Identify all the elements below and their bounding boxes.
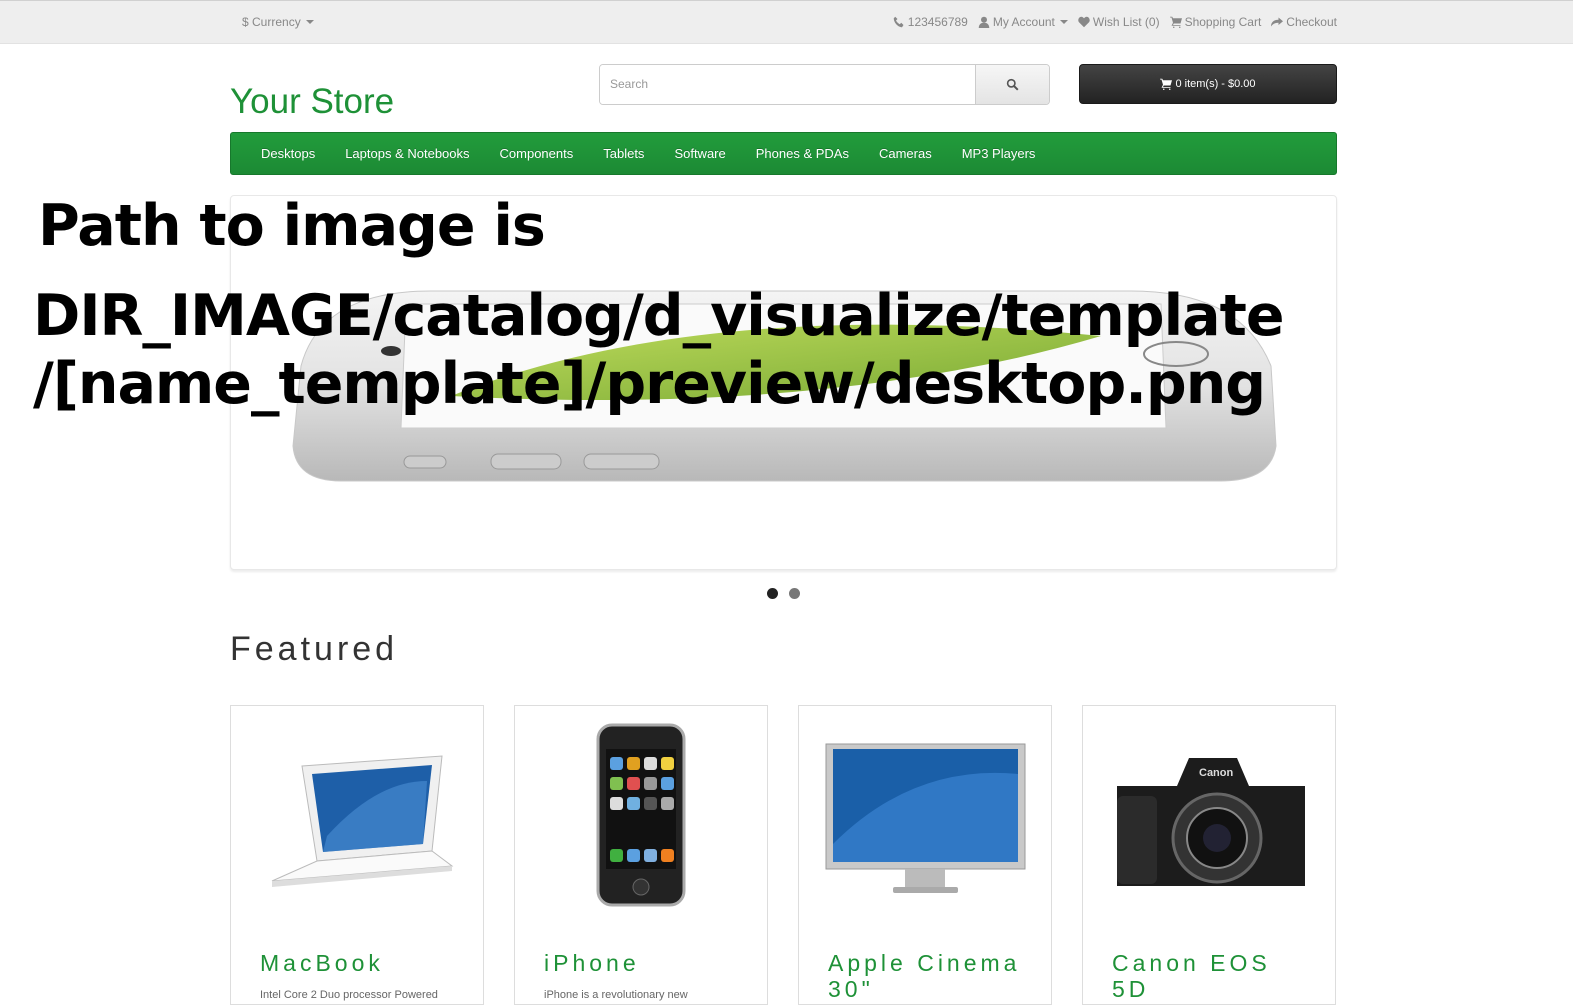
camera-icon: Canon — [1116, 758, 1305, 886]
cart-icon — [1160, 78, 1173, 90]
iphone-banner-image — [292, 290, 1277, 482]
slide-dot-1[interactable] — [767, 588, 778, 599]
chevron-down-icon — [1059, 20, 1068, 24]
iphone-image[interactable] — [535, 716, 747, 916]
featured-heading: Featured — [230, 630, 399, 668]
svg-text:Canon: Canon — [1199, 767, 1234, 779]
featured-products: MacBook Intel Core 2 Duo processor Power… — [230, 705, 1337, 1005]
product-description: iPhone is a revolutionary new — [544, 989, 688, 1001]
menu-item-software[interactable]: Software — [659, 146, 740, 161]
cart-icon — [1169, 16, 1182, 28]
product-name[interactable]: iPhone — [544, 950, 744, 976]
slide-dot-2[interactable] — [789, 588, 800, 599]
menu-item-laptops-notebooks[interactable]: Laptops & Notebooks — [330, 146, 484, 161]
banner-slideshow[interactable] — [230, 195, 1337, 570]
chevron-down-icon — [305, 20, 314, 24]
product-description: Intel Core 2 Duo processor Powered — [260, 989, 438, 1001]
product-name[interactable]: Canon EOS 5D — [1112, 950, 1312, 1002]
phone-icon — [893, 16, 904, 28]
checkout-label: Checkout — [1286, 15, 1337, 29]
product-card-iphone[interactable]: iPhone iPhone is a revolutionary new — [514, 705, 768, 1005]
store-logo[interactable]: Your Store — [230, 82, 394, 122]
phone-link[interactable]: 123456789 — [893, 15, 968, 29]
product-name[interactable]: MacBook — [260, 950, 460, 976]
wish-list-label: Wish List (0) — [1092, 15, 1160, 29]
top-bar: $ Currency 123456789 My Account Wish Lis… — [0, 0, 1573, 44]
shopping-cart-link[interactable]: Shopping Cart — [1169, 15, 1262, 29]
menu-item-desktops[interactable]: Desktops — [246, 146, 330, 161]
macbook-image[interactable] — [251, 716, 463, 916]
cart-total: 0 item(s) - $0.00 — [1175, 78, 1256, 90]
cart-button[interactable]: 0 item(s) - $0.00 — [1079, 64, 1337, 104]
currency-dropdown[interactable]: $ Currency — [242, 15, 314, 29]
currency-label: $ Currency — [242, 15, 301, 29]
search-input[interactable]: Search — [600, 65, 976, 104]
menu-item-tablets[interactable]: Tablets — [588, 146, 659, 161]
phone-number: 123456789 — [907, 15, 968, 29]
my-account-label: My Account — [992, 15, 1055, 29]
shopping-cart-label: Shopping Cart — [1184, 15, 1262, 29]
wish-list-link[interactable]: Wish List (0) — [1078, 15, 1160, 29]
user-icon — [978, 16, 990, 28]
phone-device-icon — [596, 723, 686, 907]
menu-item-phones-pdas[interactable]: Phones & PDAs — [741, 146, 864, 161]
monitor-icon — [825, 743, 1025, 893]
main-menu: Desktops Laptops & Notebooks Components … — [230, 132, 1337, 175]
search-icon — [1006, 78, 1019, 91]
search-bar: Search — [599, 64, 1050, 105]
laptop-icon — [271, 755, 454, 887]
menu-item-cameras[interactable]: Cameras — [864, 146, 947, 161]
share-icon — [1271, 17, 1284, 27]
checkout-link[interactable]: Checkout — [1271, 15, 1337, 29]
product-card-apple-cinema[interactable]: Apple Cinema 30" — [798, 705, 1052, 1005]
canon-camera-image[interactable]: Canon — [1103, 716, 1315, 916]
menu-item-components[interactable]: Components — [485, 146, 589, 161]
heart-icon — [1078, 16, 1090, 28]
apple-cinema-image[interactable] — [819, 716, 1031, 916]
product-name[interactable]: Apple Cinema 30" — [828, 950, 1028, 1002]
search-button[interactable] — [976, 65, 1049, 104]
slideshow-pagination — [767, 588, 800, 599]
my-account-dropdown[interactable]: My Account — [978, 15, 1068, 29]
product-card-macbook[interactable]: MacBook Intel Core 2 Duo processor Power… — [230, 705, 484, 1005]
product-card-canon-eos-5d[interactable]: Canon Canon EOS 5D — [1082, 705, 1336, 1005]
menu-item-mp3-players[interactable]: MP3 Players — [947, 146, 1051, 161]
